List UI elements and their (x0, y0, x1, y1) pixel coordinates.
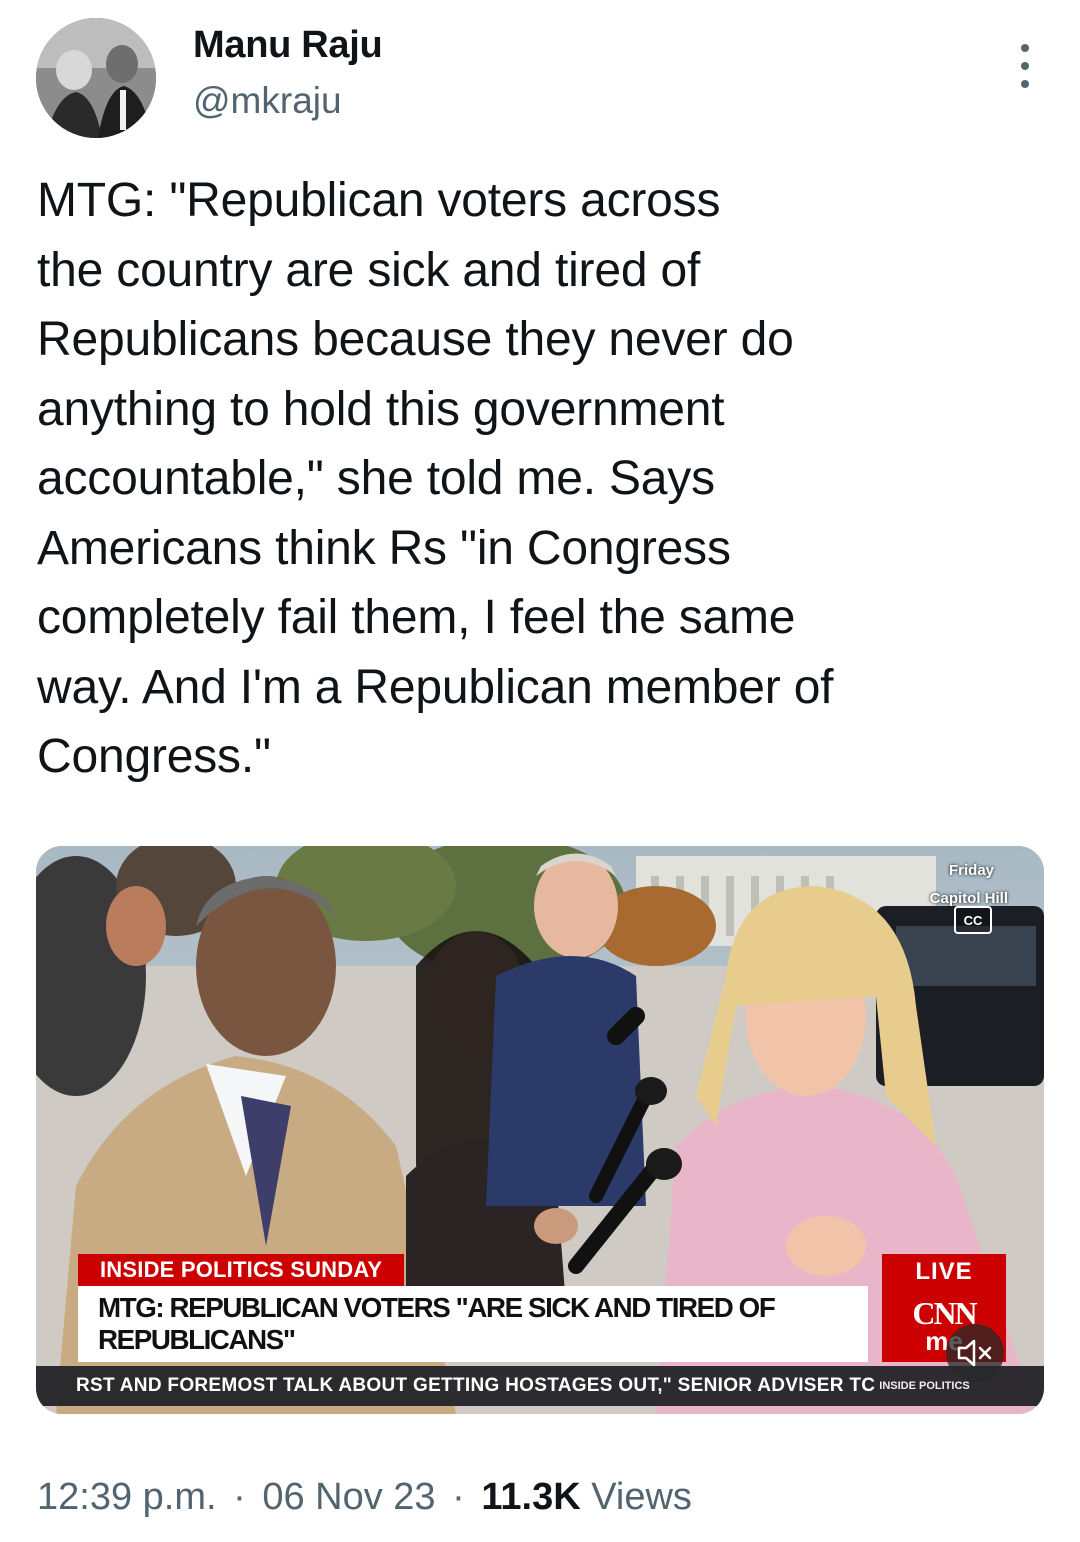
show-name-banner: INSIDE POLITICS SUNDAY (78, 1254, 405, 1286)
views-count[interactable]: 11.3K (481, 1476, 580, 1518)
news-ticker: RST AND FOREMOST TALK ABOUT GETTING HOST… (36, 1366, 1044, 1406)
video-location-tag: Capitol Hill (929, 890, 1008, 907)
video-player[interactable]: Friday Capitol Hill CC INSIDE POLITICS S… (36, 846, 1044, 1414)
more-dot (1021, 62, 1029, 70)
video-date-tag: Friday (948, 862, 994, 879)
live-badge: LIVE (882, 1254, 1006, 1290)
more-dot (1021, 80, 1029, 88)
ticker-text: RST AND FOREMOST TALK ABOUT GETTING HOST… (76, 1375, 876, 1396)
speaker-muted-icon[interactable] (946, 1324, 1004, 1382)
speaker-muted-glyph (957, 1339, 992, 1367)
author-name[interactable]: Manu Raju (193, 24, 383, 67)
views-label: Views (591, 1476, 692, 1518)
cnn-logo-text: CNN (912, 1295, 977, 1331)
avatar[interactable] (36, 18, 156, 138)
tweet-text: MTG: "Republican voters across the count… (37, 174, 834, 783)
chyron-headline-text: MTG: REPUBLICAN VOTERS "ARE SICK AND TIR… (98, 1292, 776, 1355)
more-dot (1021, 44, 1029, 52)
author-handle[interactable]: @mkraju (193, 80, 342, 122)
ticker-brand: INSIDE POLITICS (879, 1380, 970, 1392)
tweet-time[interactable]: 12:39 p.m. (37, 1476, 217, 1518)
more-options-icon[interactable] (1016, 44, 1034, 88)
separator-dot: · (233, 1476, 246, 1518)
avatar-photo (36, 18, 156, 138)
chyron-headline: MTG: REPUBLICAN VOTERS "ARE SICK AND TIR… (78, 1286, 868, 1362)
tweet-metadata: 12:39 p.m. · 06 Nov 23 · 11.3K Views (37, 1476, 692, 1519)
closed-captions-button[interactable]: CC (954, 906, 992, 934)
tweet-date[interactable]: 06 Nov 23 (262, 1476, 435, 1518)
separator-dot: · (452, 1476, 465, 1518)
